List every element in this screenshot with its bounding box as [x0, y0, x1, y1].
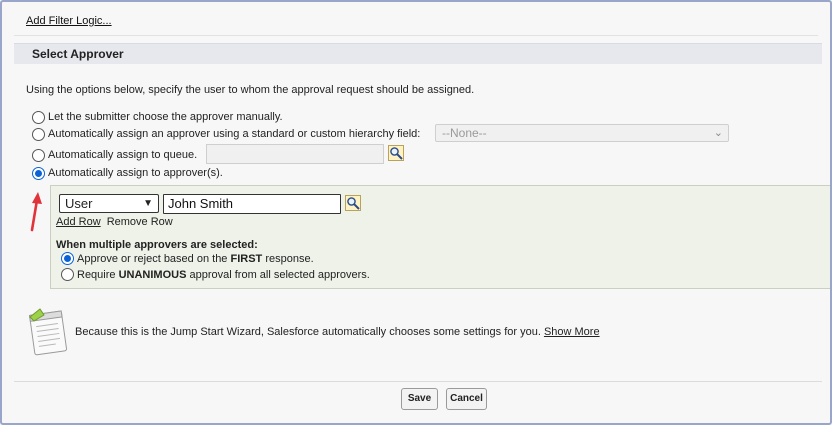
- radio-unanimous[interactable]: [61, 268, 74, 281]
- option-unanimous[interactable]: Require UNANIMOUS approval from all sele…: [61, 267, 370, 282]
- approver-name-input[interactable]: John Smith: [163, 194, 341, 214]
- option-approvers[interactable]: Automatically assign to approver(s).: [32, 165, 223, 181]
- radio-approvers[interactable]: [32, 166, 45, 180]
- hierarchy-field-select[interactable]: --None-- ⌄: [435, 124, 729, 142]
- lookup-icon[interactable]: [388, 145, 404, 161]
- option-hierarchy[interactable]: Automatically assign an approver using a…: [32, 126, 420, 142]
- option-manual[interactable]: Let the submitter choose the approver ma…: [32, 109, 283, 125]
- option-first-label: Approve or reject based on the FIRST res…: [77, 252, 314, 265]
- multiple-approvers-title: When multiple approvers are selected:: [56, 239, 258, 251]
- cancel-button[interactable]: Cancel: [446, 388, 487, 410]
- approver-type-select[interactable]: User ▼: [59, 194, 159, 213]
- add-filter-logic-link[interactable]: Add Filter Logic...: [26, 15, 112, 27]
- option-hierarchy-label: Automatically assign an approver using a…: [48, 128, 421, 140]
- red-arrow-icon: [30, 192, 42, 232]
- chevron-down-icon: ⌄: [713, 127, 723, 139]
- show-more-link[interactable]: Show More: [544, 326, 600, 338]
- hierarchy-select-value: --None--: [442, 126, 487, 140]
- approver-type-value: User: [65, 196, 93, 211]
- divider: [14, 35, 818, 36]
- remove-row-text: Remove Row: [106, 216, 173, 228]
- radio-hierarchy[interactable]: [32, 127, 45, 141]
- radio-manual[interactable]: [32, 110, 45, 124]
- section-header: Select Approver: [14, 43, 822, 64]
- jump-start-note: Because this is the Jump Start Wizard, S…: [75, 326, 600, 338]
- option-approvers-label: Automatically assign to approver(s).: [48, 167, 223, 179]
- option-unanimous-label: Require UNANIMOUS approval from all sele…: [77, 268, 370, 281]
- queue-input[interactable]: [206, 144, 384, 164]
- approval-wizard-frame: Add Filter Logic... Select Approver Usin…: [0, 0, 832, 425]
- option-first-response[interactable]: Approve or reject based on the FIRST res…: [61, 251, 314, 266]
- radio-queue[interactable]: [32, 148, 45, 162]
- option-queue[interactable]: Automatically assign to queue.: [32, 147, 197, 163]
- option-queue-label: Automatically assign to queue.: [48, 149, 198, 161]
- option-manual-label: Let the submitter choose the approver ma…: [48, 111, 283, 123]
- radio-first-response[interactable]: [61, 252, 74, 265]
- note-text: Because this is the Jump Start Wizard, S…: [75, 326, 541, 338]
- notepad-icon: [28, 308, 68, 356]
- add-row-link[interactable]: Add Row: [56, 216, 101, 228]
- lookup-icon[interactable]: [345, 195, 361, 211]
- save-button[interactable]: Save: [401, 388, 438, 410]
- intro-text: Using the options below, specify the use…: [26, 84, 475, 96]
- chevron-down-icon: ▼: [143, 198, 153, 209]
- row-links: Add Row Remove Row: [56, 216, 173, 228]
- section-title: Select Approver: [32, 47, 124, 61]
